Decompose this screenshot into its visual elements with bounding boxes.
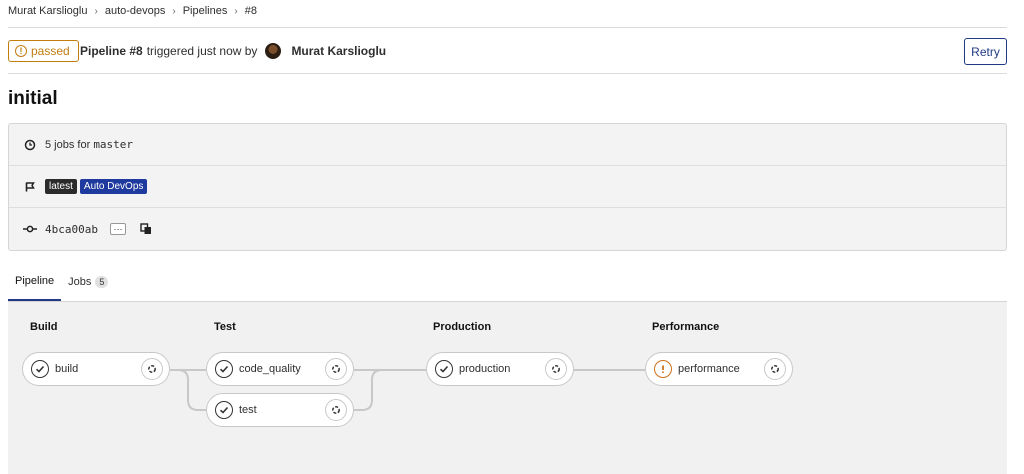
trigger-user[interactable]: Murat Karslioglu bbox=[291, 44, 386, 58]
pipeline-info-box: 5 jobs for master latest Auto DevOps 4bc… bbox=[8, 123, 1007, 251]
success-icon bbox=[215, 401, 233, 419]
breadcrumb-project[interactable]: auto-devops bbox=[105, 5, 166, 17]
retry-job-icon[interactable] bbox=[545, 358, 567, 380]
stage-build-title: Build bbox=[30, 321, 58, 333]
pipeline-graph: Build Test Production Performance build … bbox=[8, 302, 1007, 474]
job-production[interactable]: production bbox=[426, 352, 574, 386]
job-name: performance bbox=[678, 363, 740, 375]
tag-latest: latest bbox=[45, 179, 77, 194]
pipeline-header: Pipeline #8 triggered just now by Murat … bbox=[80, 40, 386, 62]
tab-pipeline[interactable]: Pipeline bbox=[8, 263, 62, 301]
pipeline-tabs: Pipeline Jobs 5 bbox=[8, 263, 115, 301]
retry-button[interactable]: Retry bbox=[964, 38, 1007, 65]
job-name: code_quality bbox=[239, 363, 301, 375]
divider bbox=[8, 27, 1007, 28]
status-passed-icon: ! bbox=[15, 45, 27, 57]
tab-jobs-label: Jobs bbox=[68, 276, 92, 288]
triggered-text: triggered just now by bbox=[146, 44, 258, 58]
job-performance[interactable]: performance bbox=[645, 352, 793, 386]
job-name: production bbox=[459, 363, 511, 375]
page-title: initial bbox=[8, 88, 58, 109]
chevron-right-icon: › bbox=[94, 5, 98, 17]
chevron-right-icon: › bbox=[234, 5, 238, 17]
tab-pipeline-label: Pipeline bbox=[15, 275, 55, 287]
breadcrumb-pipeline-id[interactable]: #8 bbox=[245, 5, 257, 17]
breadcrumb-user[interactable]: Murat Karslioglu bbox=[8, 5, 87, 17]
success-icon bbox=[435, 360, 453, 378]
branch-link[interactable]: master bbox=[93, 138, 133, 151]
job-test[interactable]: test bbox=[206, 393, 354, 427]
clock-icon bbox=[23, 139, 37, 151]
stage-connectors bbox=[170, 369, 645, 411]
retry-job-icon[interactable] bbox=[141, 358, 163, 380]
tags-row: latest Auto DevOps bbox=[9, 166, 1006, 208]
jobs-row: 5 jobs for master bbox=[9, 124, 1006, 166]
commit-row: 4bca00ab ··· bbox=[9, 208, 1006, 250]
warning-icon bbox=[654, 360, 672, 378]
status-badge[interactable]: ! passed bbox=[8, 40, 79, 62]
success-icon bbox=[31, 360, 49, 378]
commit-sha[interactable]: 4bca00ab bbox=[45, 223, 98, 236]
flag-icon bbox=[23, 181, 37, 193]
divider bbox=[8, 73, 1007, 74]
copy-icon[interactable] bbox=[140, 223, 152, 235]
status-label: passed bbox=[31, 44, 70, 58]
retry-job-icon[interactable] bbox=[325, 358, 347, 380]
job-build[interactable]: build bbox=[22, 352, 170, 386]
job-name: test bbox=[239, 404, 257, 416]
job-code-quality[interactable]: code_quality bbox=[206, 352, 354, 386]
jobs-count-badge: 5 bbox=[95, 276, 109, 288]
stage-test-title: Test bbox=[214, 321, 236, 333]
success-icon bbox=[215, 360, 233, 378]
stage-performance-title: Performance bbox=[652, 321, 720, 333]
pipeline-label: Pipeline #8 bbox=[80, 44, 143, 58]
tab-jobs[interactable]: Jobs 5 bbox=[61, 263, 115, 301]
job-name: build bbox=[55, 363, 79, 375]
commit-icon bbox=[23, 223, 37, 235]
retry-job-icon[interactable] bbox=[325, 399, 347, 421]
jobs-count-text: 5 jobs for bbox=[45, 139, 91, 151]
breadcrumb-pipelines[interactable]: Pipelines bbox=[183, 5, 228, 17]
stage-production-title: Production bbox=[433, 321, 492, 333]
avatar[interactable] bbox=[265, 43, 282, 59]
chevron-right-icon: › bbox=[172, 5, 176, 17]
retry-job-icon[interactable] bbox=[764, 358, 786, 380]
tag-auto-devops: Auto DevOps bbox=[79, 179, 148, 194]
breadcrumb: Murat Karslioglu › auto-devops › Pipelin… bbox=[8, 2, 257, 20]
expand-commit-button[interactable]: ··· bbox=[109, 223, 126, 235]
